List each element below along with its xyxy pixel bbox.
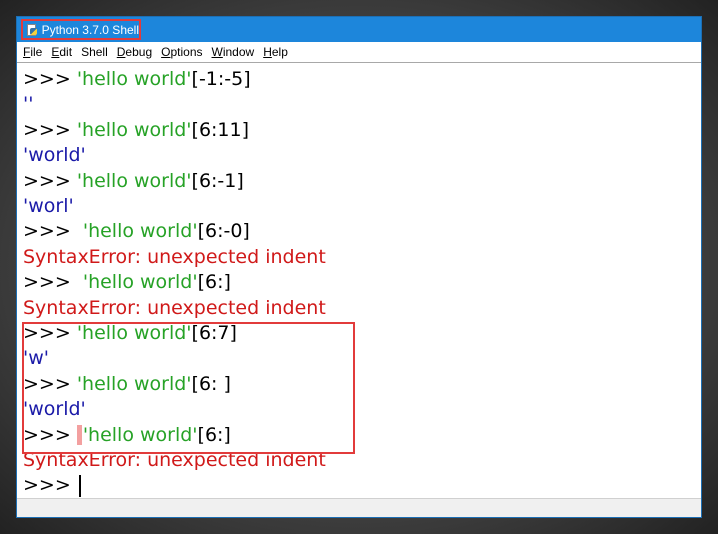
idle-shell-window: Python 3.7.0 Shell File Edit Shell Debug Opt…	[16, 16, 702, 518]
menu-window[interactable]: Window	[212, 45, 255, 59]
shell-text-area[interactable]: >>> 'hello world'[-1:-5] '' >>> 'hello wor…	[17, 62, 701, 499]
shell-output-line: 'world'	[23, 398, 86, 421]
prompt: >>>	[23, 423, 77, 446]
shell-input-line: >>> 'hello world'[6:11]	[23, 118, 249, 142]
prompt: >>>	[23, 372, 77, 395]
slice-expression: [6: ]	[191, 372, 231, 395]
title-annotation-box: Python 3.7.0 Shell	[21, 19, 141, 40]
shell-output-line: ''	[23, 93, 34, 116]
prompt: >>>	[23, 271, 83, 294]
shell-output-line: 'world'	[23, 144, 86, 167]
shell-input-line: >>> 'hello world'[-1:-5]	[23, 67, 251, 91]
menu-bar: File Edit Shell Debug Options Window Help	[17, 42, 701, 61]
shell-input-line: >>> 'hello world'[6:]	[23, 423, 231, 447]
string-literal: 'hello world'	[76, 372, 192, 395]
shell-input-line: >>> 'hello world'[6:7]	[23, 321, 237, 345]
shell-error-line: SyntaxError: unexpected indent	[23, 245, 326, 268]
menu-help[interactable]: Help	[263, 45, 288, 59]
menu-shell[interactable]: Shell	[81, 45, 108, 59]
menu-file[interactable]: File	[23, 45, 42, 59]
shell-input-line: >>> 'hello world'[6:-0]	[23, 219, 250, 243]
slice-expression: [-1:-5]	[191, 68, 251, 90]
shell-output-line: 'w'	[23, 347, 49, 370]
menu-options[interactable]: Options	[161, 45, 202, 59]
string-literal: 'hello world'	[82, 271, 198, 294]
shell-input-line: >>> 'hello world'[6:-1]	[23, 169, 244, 193]
string-literal: 'hello world'	[82, 220, 198, 243]
menu-debug[interactable]: Debug	[117, 45, 152, 59]
shell-error-line: SyntaxError: unexpected indent	[23, 296, 326, 319]
slice-expression: [6:11]	[191, 118, 250, 141]
slice-expression: [6:]	[197, 271, 231, 294]
prompt: >>>	[23, 118, 77, 141]
window-title: Python 3.7.0 Shell	[41, 22, 139, 37]
prompt: >>>	[23, 220, 83, 243]
shell-input-line: >>> 'hello world'[6:]	[23, 270, 231, 294]
string-literal: 'hello world'	[82, 423, 198, 446]
text-cursor	[78, 474, 81, 497]
string-literal: 'hello world'	[76, 118, 192, 141]
prompt: >>>	[23, 169, 77, 192]
shell-input-line: >>> 'hello world'[6: ]	[23, 372, 231, 396]
menu-edit[interactable]: Edit	[51, 45, 72, 59]
prompt: >>>	[23, 322, 77, 344]
string-literal: 'hello world'	[76, 322, 192, 344]
indent-highlight	[76, 425, 82, 446]
slice-expression: [6:7]	[191, 322, 237, 344]
shell-error-line: SyntaxError: unexpected indent	[23, 449, 326, 471]
python-idle-icon	[26, 23, 38, 36]
shell-output-line: 'worl'	[23, 195, 74, 217]
string-literal: 'hello world'	[76, 169, 192, 192]
title-bar[interactable]: Python 3.7.0 Shell	[17, 17, 701, 42]
string-literal: 'hello world'	[76, 68, 192, 90]
slice-expression: [6:-0]	[197, 220, 250, 243]
status-bar	[17, 498, 701, 517]
slice-expression: [6:-1]	[191, 169, 244, 192]
slice-expression: [6:]	[197, 423, 231, 446]
prompt: >>>	[23, 68, 77, 90]
shell-current-prompt: >>>	[23, 473, 81, 497]
